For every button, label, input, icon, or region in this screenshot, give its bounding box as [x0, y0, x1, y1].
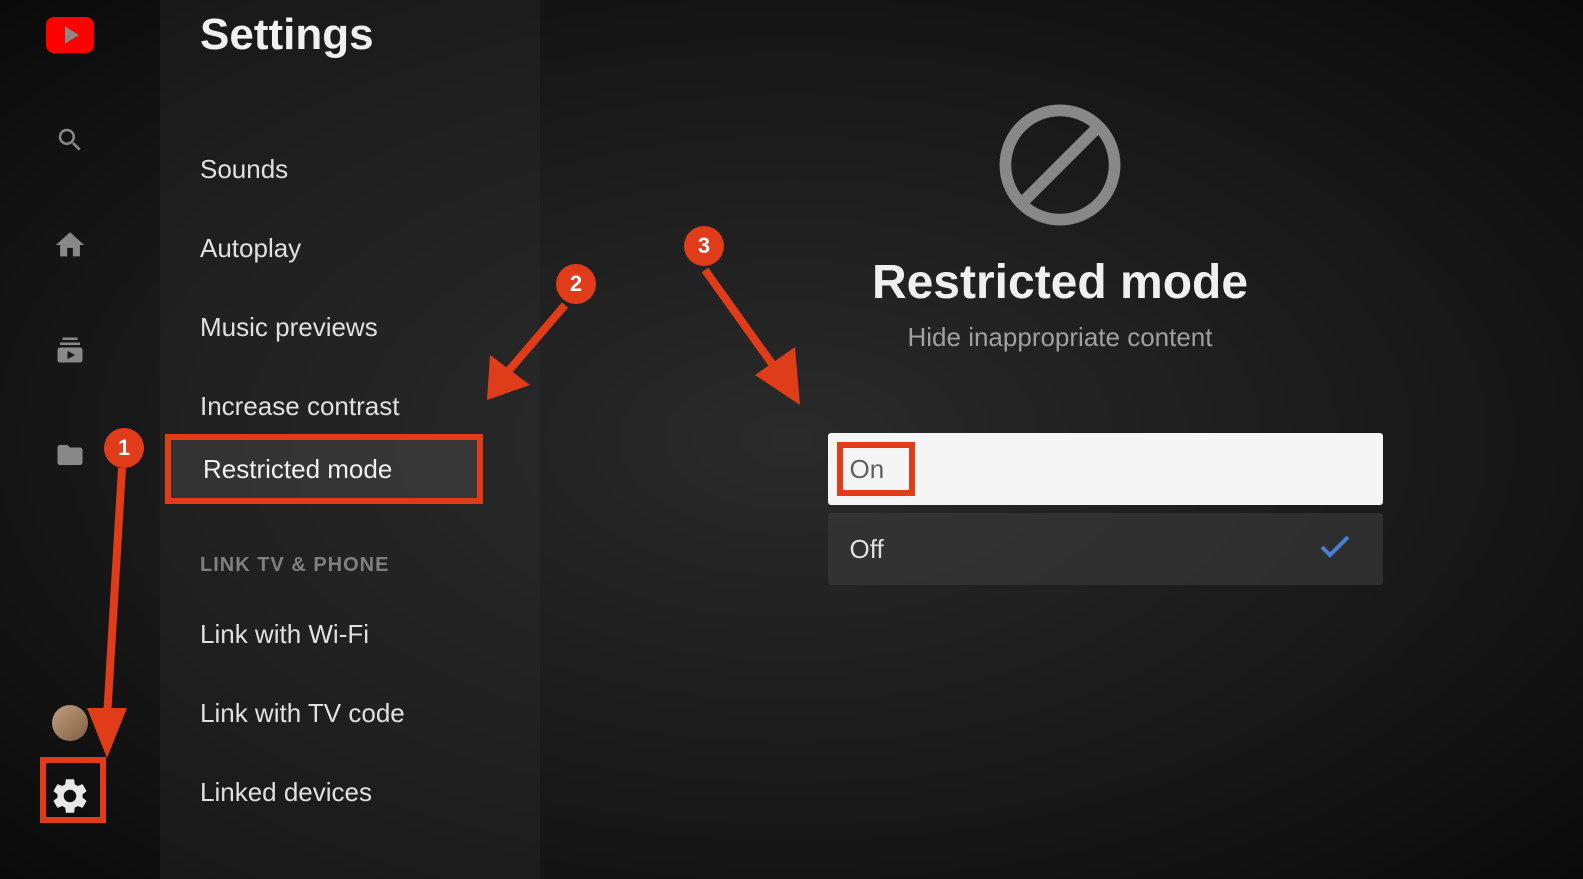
home-icon[interactable] [45, 220, 95, 270]
option-on[interactable]: On [828, 433, 1383, 505]
settings-title: Settings [200, 0, 540, 130]
settings-item-restricted-mode[interactable]: Restricted mode [165, 434, 483, 504]
main-title: Restricted mode [872, 255, 1248, 310]
annotation-badge-2: 2 [556, 264, 596, 304]
subscriptions-icon[interactable] [45, 325, 95, 375]
checkmark-icon [1319, 534, 1351, 565]
main-subtitle: Hide inappropriate content [908, 322, 1213, 353]
search-icon[interactable] [45, 115, 95, 165]
settings-item-link-tv-code[interactable]: Link with TV code [200, 674, 540, 753]
settings-item-autoplay[interactable]: Autoplay [200, 209, 540, 288]
option-container: On Off [828, 433, 1383, 585]
annotation-badge-3: 3 [684, 226, 724, 266]
annotation-badge-1: 1 [104, 428, 144, 468]
settings-item-linked-devices[interactable]: Linked devices [200, 753, 540, 832]
option-off-label: Off [850, 534, 884, 565]
annotation-arrow-1 [72, 468, 142, 773]
restricted-mode-label: Restricted mode [203, 454, 392, 485]
block-icon [995, 100, 1125, 230]
main-content: Restricted mode Hide inappropriate conte… [560, 0, 1560, 879]
section-header-link: LINK TV & PHONE [200, 524, 540, 595]
settings-item-link-wifi[interactable]: Link with Wi-Fi [200, 595, 540, 674]
option-off[interactable]: Off [828, 513, 1383, 585]
settings-item-sounds[interactable]: Sounds [200, 130, 540, 209]
annotation-arrow-3 [695, 265, 835, 430]
youtube-logo[interactable] [45, 10, 95, 60]
annotation-highlight-on [837, 442, 915, 496]
annotation-arrow-2 [465, 300, 585, 425]
